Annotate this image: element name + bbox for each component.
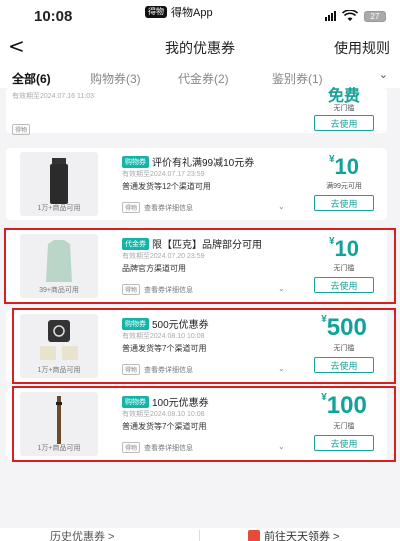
coupon-detail-link[interactable]: 得物 查看券详细信息 <box>122 364 193 375</box>
coupon-value-panel: ¥500 无门槛 去使用 <box>301 310 387 382</box>
coupon-amount: ¥10 <box>328 154 360 179</box>
coupon-value-panel: ¥10 无门槛 去使用 <box>301 230 387 302</box>
product-box-image <box>40 320 78 360</box>
platform-badge: 得物 <box>122 202 141 213</box>
nav-bar: < 我的优惠券 使用规则 <box>0 34 400 62</box>
coupon-detail-link[interactable]: 得物 查看券详细信息 <box>122 442 193 453</box>
wifi-icon <box>342 10 358 21</box>
use-coupon-button[interactable]: 去使用 <box>314 357 374 373</box>
coupon-list: 有效期至2024.07.16 11:03 得物 免费 无门槛 去使用 1万+商品… <box>0 88 400 528</box>
coupon-value-panel: ¥100 无门槛 去使用 <box>301 388 387 460</box>
daily-coupons-link[interactable]: 前往天天领券 > <box>248 528 339 541</box>
coupon-value-panel: 免费 无门槛 去使用 <box>301 88 387 133</box>
chevron-down-icon[interactable]: ⌄ <box>278 284 285 293</box>
product-count: 1万+商品可用 <box>37 445 81 452</box>
footer-bar: 历史优惠券 > 前往天天领券 > <box>0 528 400 541</box>
coupon-title: 购物券 500元优惠券 <box>122 316 209 331</box>
status-icons: 27 <box>325 10 386 22</box>
chevron-down-icon[interactable]: ⌄ <box>379 68 388 81</box>
coupon-valid-until: 有效期至2024.08.10 10:08 <box>122 411 205 418</box>
coupon-condition: 无门槛 <box>333 105 355 112</box>
coupon-type-tag: 购物券 <box>122 395 149 408</box>
gift-icon <box>248 530 260 541</box>
coupon-title: 代金券 限【匹克】品牌部分可用 <box>122 236 262 251</box>
status-time: 10:08 <box>34 8 73 25</box>
signal-icon <box>325 11 336 21</box>
coupon-title: 购物券 评价有礼满99减10元券 <box>122 154 254 169</box>
coupon-valid-until: 有效期至2024.08.10 10:08 <box>122 333 205 340</box>
use-coupon-button[interactable]: 去使用 <box>314 115 374 131</box>
status-bar: 10:08 得物 得物App 27 <box>0 0 400 34</box>
coupon-card: 39+商品可用 代金券 限【匹克】品牌部分可用 有效期至2024.07.20 23… <box>6 230 318 302</box>
use-coupon-button[interactable]: 去使用 <box>314 277 374 293</box>
app-name: 得物App <box>171 7 213 19</box>
coupon-condition: 无门槛 <box>333 345 355 352</box>
platform-badge: 得物 <box>122 364 141 375</box>
product-count: 1万+商品可用 <box>37 205 81 212</box>
coupon-amount: ¥10 <box>328 236 360 261</box>
coupon-amount: ¥500 <box>321 314 367 341</box>
product-vest-image <box>46 240 72 282</box>
usage-rules-link[interactable]: 使用规则 <box>334 38 390 58</box>
product-count: 39+商品可用 <box>39 287 79 294</box>
coupon-channels: 普通发货等12个渠道可用 <box>122 182 211 191</box>
coupon-value-panel: ¥10 满99元可用 去使用 <box>301 148 387 220</box>
coupon-type-tag: 购物券 <box>122 155 149 168</box>
platform-badge: 得物 <box>122 284 141 295</box>
coupon-type-tag: 购物券 <box>122 317 149 330</box>
use-coupon-button[interactable]: 去使用 <box>314 435 374 451</box>
coupon-card: 1万+商品可用 购物券 100元优惠券 有效期至2024.08.10 10:08 … <box>6 388 318 460</box>
platform-badge: 得物 <box>12 124 31 135</box>
coupon-title: 购物券 100元优惠券 <box>122 394 209 409</box>
platform-badge: 得物 <box>122 442 141 453</box>
use-coupon-button[interactable]: 去使用 <box>314 195 374 211</box>
coupon-card: 1万+商品可用 购物券 评价有礼满99减10元券 有效期至2024.07.17 2… <box>6 148 318 220</box>
chevron-down-icon[interactable]: ⌄ <box>278 442 285 451</box>
coupon-detail-link[interactable]: 得物 查看券详细信息 <box>122 284 193 295</box>
chevron-down-icon[interactable]: ⌄ <box>278 202 285 211</box>
tab-voucher[interactable]: 代金券(2) <box>178 70 229 87</box>
product-count: 1万+商品可用 <box>37 367 81 374</box>
coupon-channels: 普通发货等7个渠道可用 <box>122 344 207 353</box>
chevron-down-icon[interactable]: ⌄ <box>278 364 285 373</box>
coupon-card: 1万+商品可用 购物券 500元优惠券 有效期至2024.08.10 10:08 … <box>6 310 318 382</box>
coupon-condition: 无门槛 <box>333 265 355 272</box>
coupon-detail-link[interactable]: 得物 查看券详细信息 <box>122 202 193 213</box>
coupon-channels: 品牌官方渠道可用 <box>122 264 186 273</box>
footer-divider <box>199 530 200 541</box>
tab-shopping[interactable]: 购物券(3) <box>90 70 141 87</box>
app-badge: 得物 <box>145 6 167 18</box>
coupon-type-tag: 代金券 <box>122 237 149 250</box>
coupon-condition: 满99元可用 <box>326 183 362 190</box>
battery-icon: 27 <box>364 10 386 22</box>
coupon-valid-until: 有效期至2024.07.16 11:03 <box>12 93 94 100</box>
coupon-condition: 无门槛 <box>333 423 355 430</box>
coupon-amount: ¥100 <box>321 392 367 419</box>
coupon-channels: 普通发货等7个渠道可用 <box>122 422 207 431</box>
product-rod-image <box>56 396 62 444</box>
status-app-indicator: 得物 得物App <box>145 4 213 20</box>
history-coupons-link[interactable]: 历史优惠券 > <box>50 528 114 541</box>
product-bottle-image <box>50 158 68 204</box>
tab-all[interactable]: 全部(6) <box>12 70 51 87</box>
coupon-valid-until: 有效期至2024.07.20 23:59 <box>122 253 205 260</box>
coupon-valid-until: 有效期至2024.07.17 23:59 <box>122 171 205 178</box>
coupon-card: 有效期至2024.07.16 11:03 得物 <box>6 88 318 135</box>
